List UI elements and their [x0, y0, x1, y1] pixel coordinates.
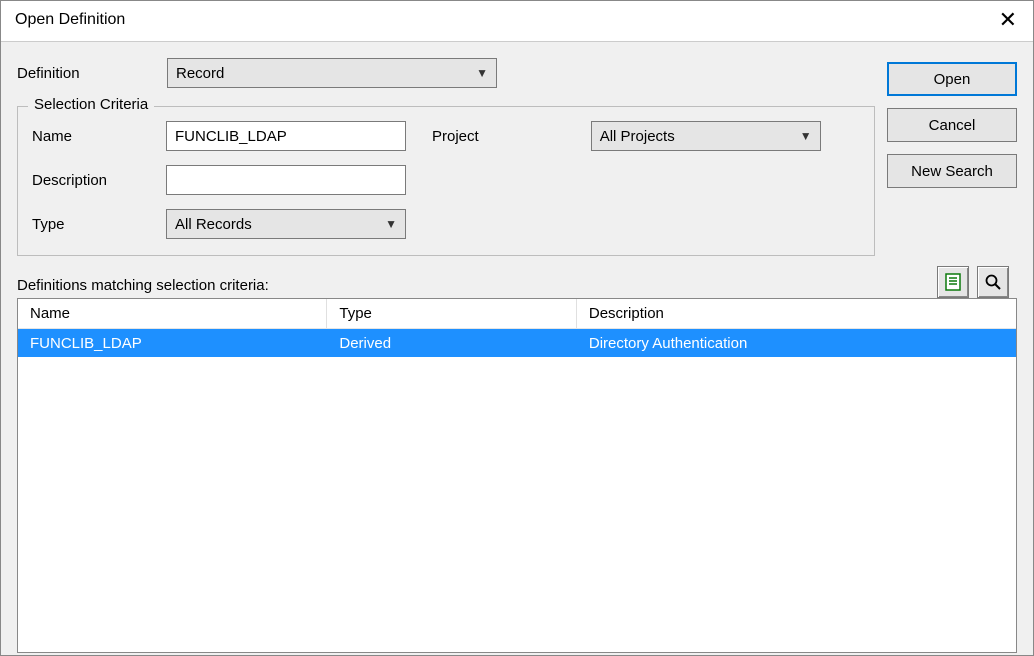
- type-label: Type: [32, 216, 166, 233]
- column-header-description[interactable]: Description: [577, 299, 1016, 328]
- selection-criteria-group: Selection Criteria Name Project All Proj…: [17, 106, 875, 256]
- search-icon: [984, 273, 1002, 291]
- column-header-type[interactable]: Type: [327, 299, 577, 328]
- search-view-button[interactable]: [977, 266, 1009, 298]
- type-select[interactable]: All Records ▼: [166, 209, 406, 239]
- list-icon: [944, 273, 962, 291]
- chevron-down-icon: ▼: [385, 217, 397, 231]
- type-value: All Records: [175, 216, 252, 233]
- description-label: Description: [32, 172, 166, 189]
- icon-buttons: [937, 266, 1009, 298]
- definition-label: Definition: [17, 65, 167, 82]
- chevron-down-icon: ▼: [476, 66, 488, 80]
- description-input[interactable]: [166, 165, 406, 195]
- description-row: Description: [32, 165, 860, 195]
- selection-criteria-legend: Selection Criteria: [28, 96, 154, 113]
- definition-row: Definition Record ▼: [17, 58, 875, 88]
- project-value: All Projects: [600, 128, 675, 145]
- project-label: Project: [432, 128, 479, 145]
- type-row: Type All Records ▼: [32, 209, 860, 239]
- list-header-row: Definitions matching selection criteria:: [17, 266, 1017, 298]
- project-select[interactable]: All Projects ▼: [591, 121, 821, 151]
- dialog-content: Definition Record ▼ Selection Criteria N…: [1, 42, 1033, 655]
- dialog-title: Open Definition: [15, 11, 125, 29]
- results-listview[interactable]: Name Type Description FUNCLIB_LDAP Deriv…: [17, 298, 1017, 653]
- table-row[interactable]: FUNCLIB_LDAP Derived Directory Authentic…: [18, 329, 1016, 357]
- cell-description: Directory Authentication: [577, 329, 1016, 357]
- cell-type: Derived: [327, 329, 577, 357]
- list-area: Definitions matching selection criteria:: [17, 266, 1017, 655]
- list-view-button[interactable]: [937, 266, 969, 298]
- listview-header[interactable]: Name Type Description: [18, 299, 1016, 329]
- right-column: Open Cancel New Search: [887, 58, 1017, 264]
- name-row: Name Project All Projects ▼: [32, 121, 860, 151]
- chevron-down-icon: ▼: [800, 129, 812, 143]
- open-button[interactable]: Open: [887, 62, 1017, 96]
- close-icon[interactable]: ✕: [995, 9, 1021, 31]
- cancel-button[interactable]: Cancel: [887, 108, 1017, 142]
- top-area: Definition Record ▼ Selection Criteria N…: [17, 58, 1017, 264]
- list-label: Definitions matching selection criteria:: [17, 277, 269, 294]
- column-header-name[interactable]: Name: [18, 299, 327, 328]
- open-definition-dialog: Open Definition ✕ Definition Record ▼ Se…: [0, 0, 1034, 656]
- name-input[interactable]: [166, 121, 406, 151]
- new-search-button[interactable]: New Search: [887, 154, 1017, 188]
- definition-select[interactable]: Record ▼: [167, 58, 497, 88]
- name-label: Name: [32, 128, 166, 145]
- titlebar: Open Definition ✕: [1, 1, 1033, 42]
- definition-value: Record: [176, 65, 224, 82]
- left-column: Definition Record ▼ Selection Criteria N…: [17, 58, 875, 264]
- cell-name: FUNCLIB_LDAP: [18, 329, 327, 357]
